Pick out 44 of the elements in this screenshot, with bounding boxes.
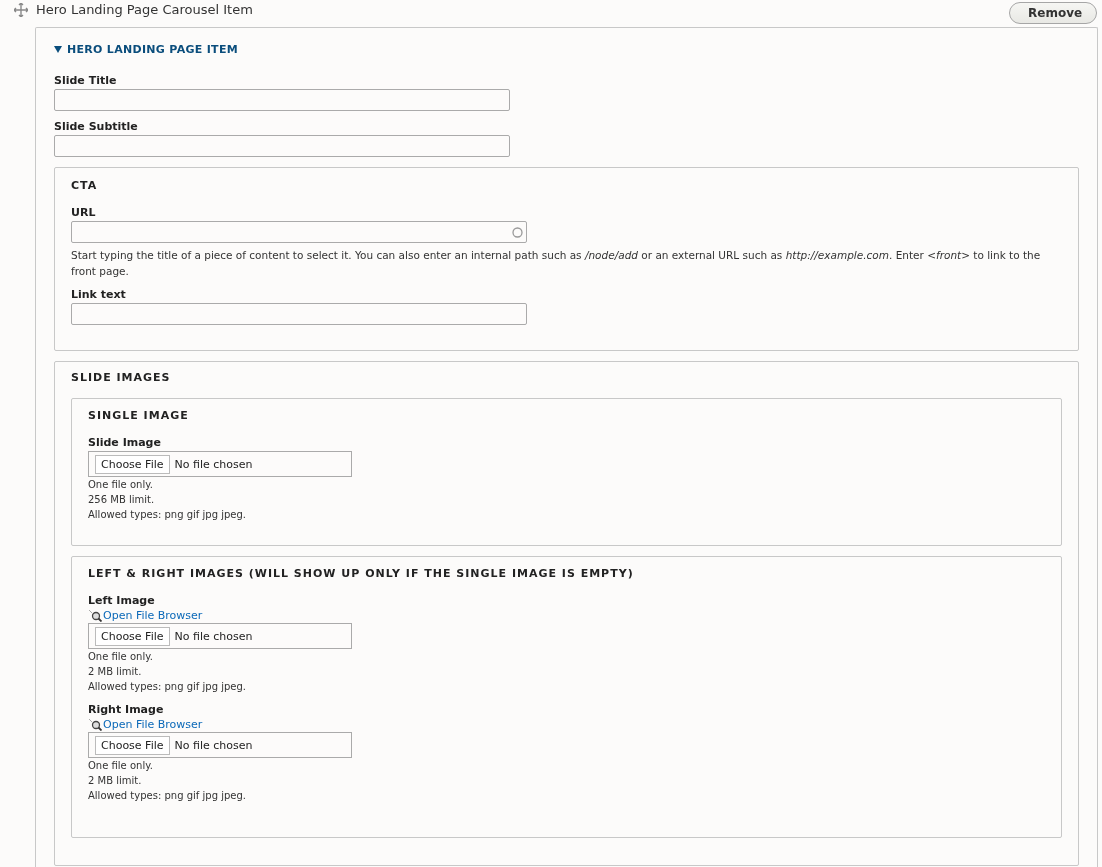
field-label: Slide Image <box>88 436 162 449</box>
text-field[interactable] <box>54 89 510 111</box>
file-note: 2 MB limit. <box>88 665 143 679</box>
file-note: 2 MB limit. <box>88 774 143 788</box>
fieldset-legend: SINGLE IMAGE <box>88 409 1045 422</box>
field-label: Slide Subtitle <box>54 120 139 133</box>
fieldset-legend: CTA <box>71 179 1062 192</box>
field-label: Slide Title <box>54 74 118 87</box>
magnifier-icon <box>88 609 102 622</box>
text-field[interactable] <box>54 135 510 157</box>
choose-file-button[interactable]: Choose File <box>95 454 170 474</box>
field-description: Start typing the title of a piece of content to select it. You can also enter an internal path such as /node/add or an external URL such as http://example.com. Enter <front> to link to the front page. <box>71 248 1042 279</box>
file-note: One file only. <box>88 650 154 664</box>
file-input[interactable]: Choose File No file chosen <box>88 451 352 477</box>
file-note: Allowed types: png gif jpg jpeg. <box>88 680 247 694</box>
throbber-icon <box>512 226 523 238</box>
file-note: 256 MB limit. <box>88 493 156 507</box>
field-label: URL <box>71 206 97 219</box>
open-file-browser-link[interactable]: Open File Browser <box>103 609 203 622</box>
file-input[interactable]: Choose File No file chosen <box>88 732 352 758</box>
file-note: One file only. <box>88 478 154 492</box>
file-input[interactable]: Choose File No file chosen <box>88 623 352 649</box>
fieldset-legend: LEFT & RIGHT IMAGES (WILL SHOW UP ONLY IF THE SINGLE IMAGE IS EMPTY) <box>88 567 1045 580</box>
file-note: Allowed types: png gif jpg jpeg. <box>88 508 247 522</box>
file-status: No file chosen <box>174 629 253 643</box>
field-label: Left Image <box>88 594 156 607</box>
drag-handle-icon[interactable] <box>14 2 28 17</box>
file-status: No file chosen <box>174 457 253 471</box>
magnifier-icon <box>88 718 102 731</box>
choose-file-button[interactable]: Choose File <box>95 735 170 755</box>
item-toggle[interactable]: HERO LANDING PAGE ITEM <box>54 43 238 56</box>
caret-icon <box>54 46 62 53</box>
field-label: Link text <box>71 288 127 301</box>
text-field[interactable] <box>71 303 527 325</box>
file-note: Allowed types: png gif jpg jpeg. <box>88 789 247 803</box>
url-field[interactable] <box>71 221 527 243</box>
item-title: Hero Landing Page Carousel Item <box>36 2 253 17</box>
open-file-browser-link[interactable]: Open File Browser <box>103 718 203 731</box>
fieldset-legend: SLIDE IMAGES <box>71 371 1062 384</box>
file-status: No file chosen <box>174 738 253 752</box>
field-label: Right Image <box>88 703 165 716</box>
choose-file-button[interactable]: Choose File <box>95 626 170 646</box>
remove-button[interactable]: Remove <box>1009 2 1097 24</box>
file-note: One file only. <box>88 759 154 773</box>
